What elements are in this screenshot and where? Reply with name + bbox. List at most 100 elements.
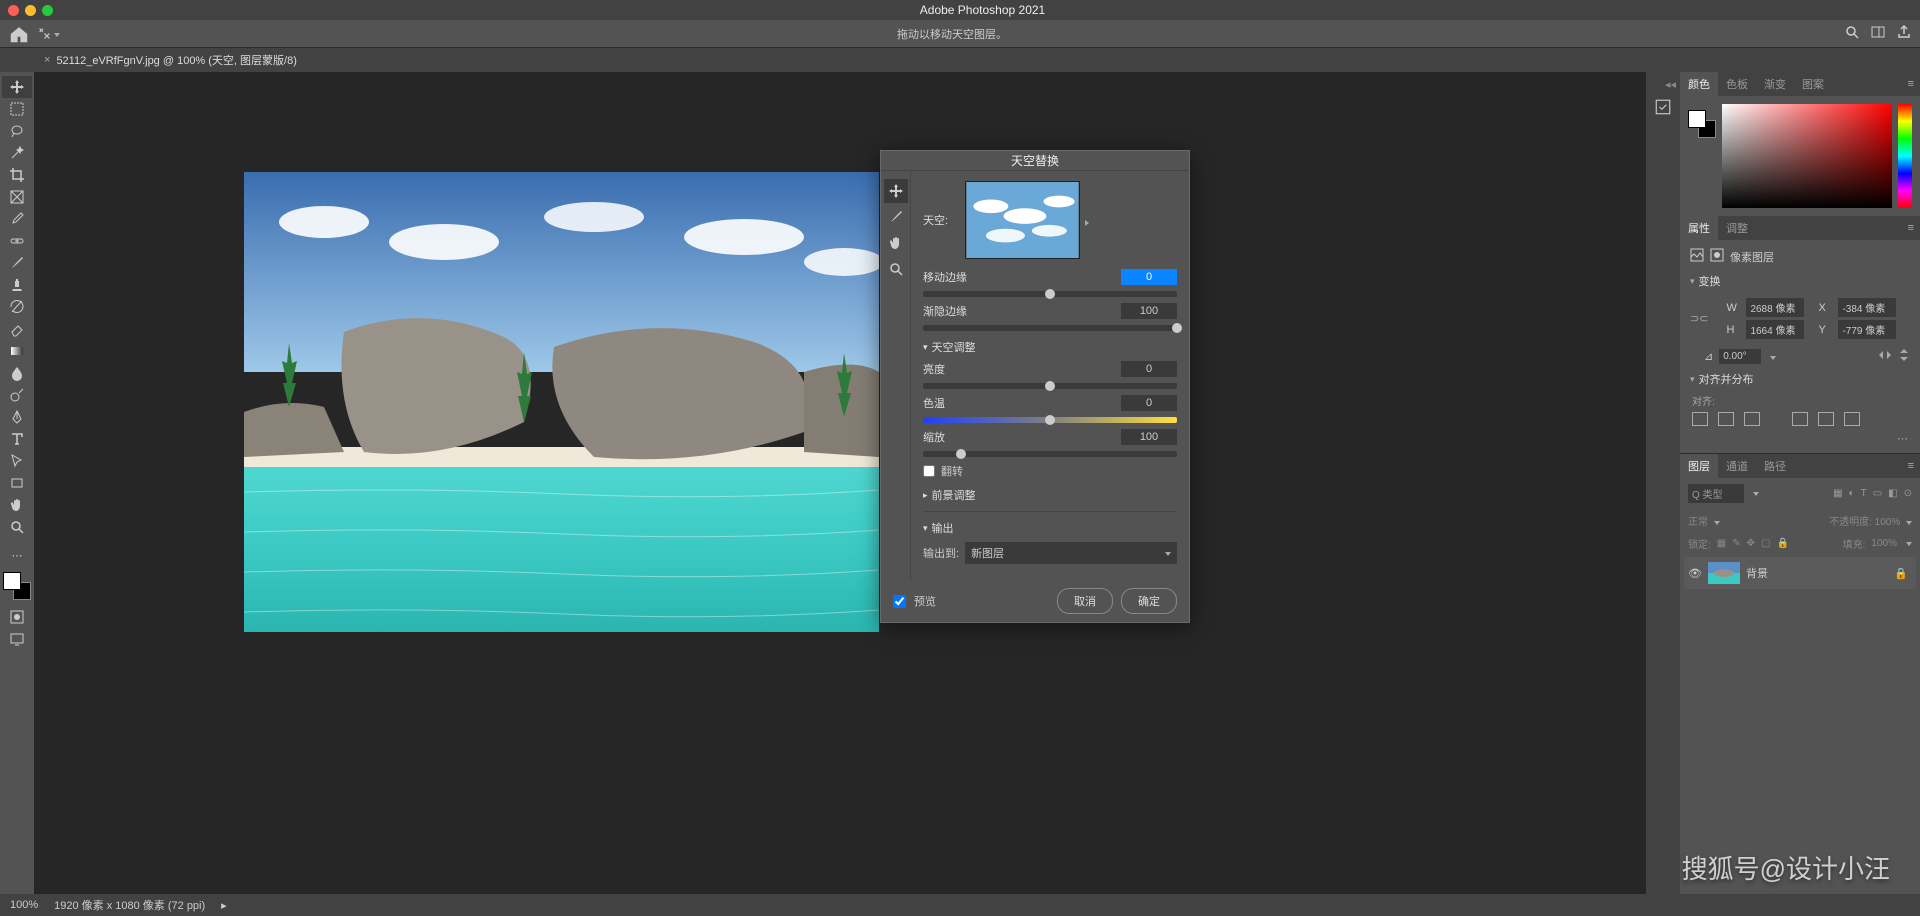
temperature-track[interactable] bbox=[923, 417, 1177, 423]
close-window-button[interactable] bbox=[8, 5, 19, 16]
sky-preset-dropdown[interactable] bbox=[965, 181, 1080, 259]
home-button[interactable] bbox=[8, 23, 30, 45]
output-section-header[interactable]: 输出 bbox=[923, 520, 1177, 536]
eraser-tool[interactable] bbox=[2, 318, 32, 340]
dock-history-icon[interactable] bbox=[1649, 93, 1677, 121]
lock-artboard-icon[interactable]: ▢ bbox=[1761, 538, 1770, 549]
flip-vertical-icon[interactable] bbox=[1898, 348, 1910, 365]
status-expand-icon[interactable]: ▸ bbox=[221, 899, 227, 912]
hue-slider[interactable] bbox=[1898, 104, 1912, 208]
height-value[interactable]: 1664 像素 bbox=[1746, 320, 1804, 339]
marquee-tool[interactable] bbox=[2, 98, 32, 120]
quick-mask-button[interactable] bbox=[2, 606, 32, 628]
width-value[interactable]: 2688 像素 bbox=[1746, 298, 1804, 317]
path-select-tool[interactable] bbox=[2, 450, 32, 472]
tab-channels[interactable]: 通道 bbox=[1718, 454, 1756, 478]
tab-adjustments[interactable]: 调整 bbox=[1718, 216, 1756, 240]
maximize-window-button[interactable] bbox=[42, 5, 53, 16]
align-vcenter-icon[interactable] bbox=[1818, 412, 1834, 426]
minimize-window-button[interactable] bbox=[25, 5, 36, 16]
align-bottom-icon[interactable] bbox=[1844, 412, 1860, 426]
scale-value[interactable]: 100 bbox=[1121, 429, 1177, 445]
filter-smart-icon[interactable]: ◧ bbox=[1888, 488, 1897, 499]
align-hcenter-icon[interactable] bbox=[1718, 412, 1734, 426]
tab-color[interactable]: 颜色 bbox=[1680, 72, 1718, 96]
layer-name[interactable]: 背景 bbox=[1746, 565, 1768, 581]
frame-tool[interactable] bbox=[2, 186, 32, 208]
lock-transparency-icon[interactable]: ▦ bbox=[1717, 538, 1726, 549]
filter-adjust-icon[interactable]: ◐ bbox=[1849, 488, 1855, 499]
fade-edge-track[interactable] bbox=[923, 325, 1177, 331]
dialog-sky-brush-tool[interactable] bbox=[884, 205, 908, 229]
layer-item-background[interactable]: 👁 背景 🔒 bbox=[1684, 557, 1916, 589]
tab-paths[interactable]: 路径 bbox=[1756, 454, 1794, 478]
visibility-toggle-icon[interactable]: 👁 bbox=[1688, 567, 1702, 580]
tab-swatches[interactable]: 色板 bbox=[1718, 72, 1756, 96]
panel-menu-icon[interactable]: ≡ bbox=[1902, 460, 1920, 472]
fade-edge-value[interactable]: 100 bbox=[1121, 303, 1177, 319]
filter-pixel-icon[interactable]: ▦ bbox=[1833, 488, 1842, 499]
clone-stamp-tool[interactable] bbox=[2, 274, 32, 296]
align-left-icon[interactable] bbox=[1692, 412, 1708, 426]
transform-section-header[interactable]: 变换 bbox=[1690, 273, 1910, 289]
color-swatch-pair[interactable] bbox=[3, 572, 31, 600]
brightness-track[interactable] bbox=[923, 383, 1177, 389]
document-info[interactable]: 1920 像素 x 1080 像素 (72 ppi) bbox=[54, 897, 205, 913]
lock-position-icon[interactable]: ✥ bbox=[1747, 538, 1755, 549]
dodge-tool[interactable] bbox=[2, 384, 32, 406]
rectangle-tool[interactable] bbox=[2, 472, 32, 494]
rotation-dropdown[interactable] bbox=[1767, 351, 1776, 363]
rotation-value[interactable]: 0.00° bbox=[1719, 349, 1761, 364]
tab-gradients[interactable]: 渐变 bbox=[1756, 72, 1794, 96]
filter-toggle-icon[interactable]: ⊙ bbox=[1904, 488, 1912, 499]
scale-track[interactable] bbox=[923, 451, 1177, 457]
layer-thumbnail[interactable] bbox=[1708, 562, 1740, 584]
align-section-header[interactable]: 对齐并分布 bbox=[1690, 371, 1910, 387]
type-tool[interactable] bbox=[2, 428, 32, 450]
edit-toolbar-button[interactable]: ⋯ bbox=[2, 544, 32, 566]
blend-mode-dropdown[interactable]: 正常 bbox=[1688, 513, 1720, 528]
fill-value[interactable]: 100% bbox=[1871, 538, 1897, 549]
x-value[interactable]: -384 像素 bbox=[1838, 298, 1896, 317]
align-top-icon[interactable] bbox=[1792, 412, 1808, 426]
brush-tool[interactable] bbox=[2, 252, 32, 274]
tab-patterns[interactable]: 图案 bbox=[1794, 72, 1832, 96]
shift-edge-track[interactable] bbox=[923, 291, 1177, 297]
zoom-level[interactable]: 100% bbox=[10, 899, 38, 911]
search-icon[interactable] bbox=[1844, 24, 1860, 43]
document-tab[interactable]: × 52112_eVRfFgnV.jpg @ 100% (天空, 图层蒙版/8) bbox=[36, 52, 305, 68]
panel-menu-icon[interactable]: ≡ bbox=[1902, 78, 1920, 90]
filter-type-icon[interactable]: T bbox=[1861, 488, 1867, 499]
preview-checkbox[interactable] bbox=[893, 595, 906, 608]
foreground-section-header[interactable]: 前景调整 bbox=[923, 487, 1177, 503]
history-brush-tool[interactable] bbox=[2, 296, 32, 318]
filter-shape-icon[interactable]: ▭ bbox=[1873, 488, 1882, 499]
pen-tool[interactable] bbox=[2, 406, 32, 428]
temperature-value[interactable]: 0 bbox=[1121, 395, 1177, 411]
color-field[interactable] bbox=[1722, 104, 1892, 208]
share-icon[interactable] bbox=[1896, 24, 1912, 43]
close-tab-icon[interactable]: × bbox=[44, 54, 50, 66]
magic-wand-tool[interactable] bbox=[2, 142, 32, 164]
foreground-color-swatch[interactable] bbox=[3, 572, 21, 590]
brightness-value[interactable]: 0 bbox=[1121, 361, 1177, 377]
gradient-tool[interactable] bbox=[2, 340, 32, 362]
document-canvas[interactable] bbox=[244, 172, 879, 632]
eyedropper-tool[interactable] bbox=[2, 208, 32, 230]
link-dimensions-icon[interactable]: ⊃⊂ bbox=[1690, 312, 1708, 325]
canvas-area[interactable] bbox=[34, 72, 1646, 894]
align-right-icon[interactable] bbox=[1744, 412, 1760, 426]
lasso-tool[interactable] bbox=[2, 120, 32, 142]
dialog-hand-tool[interactable] bbox=[884, 231, 908, 255]
layer-filter-dropdown[interactable]: Q 类型 bbox=[1688, 484, 1744, 503]
cancel-button[interactable]: 取消 bbox=[1057, 588, 1113, 614]
zoom-tool[interactable] bbox=[2, 516, 32, 538]
shift-edge-value[interactable]: 0 bbox=[1121, 269, 1177, 285]
crop-tool[interactable] bbox=[2, 164, 32, 186]
lock-all-icon[interactable]: 🔒 bbox=[1776, 538, 1788, 549]
opacity-value[interactable]: 100% bbox=[1875, 517, 1901, 528]
panel-menu-icon[interactable]: ≡ bbox=[1902, 222, 1920, 234]
hand-tool[interactable] bbox=[2, 494, 32, 516]
more-options-icon[interactable]: ⋯ bbox=[1690, 432, 1910, 445]
sky-adjust-section-header[interactable]: 天空调整 bbox=[923, 339, 1177, 355]
